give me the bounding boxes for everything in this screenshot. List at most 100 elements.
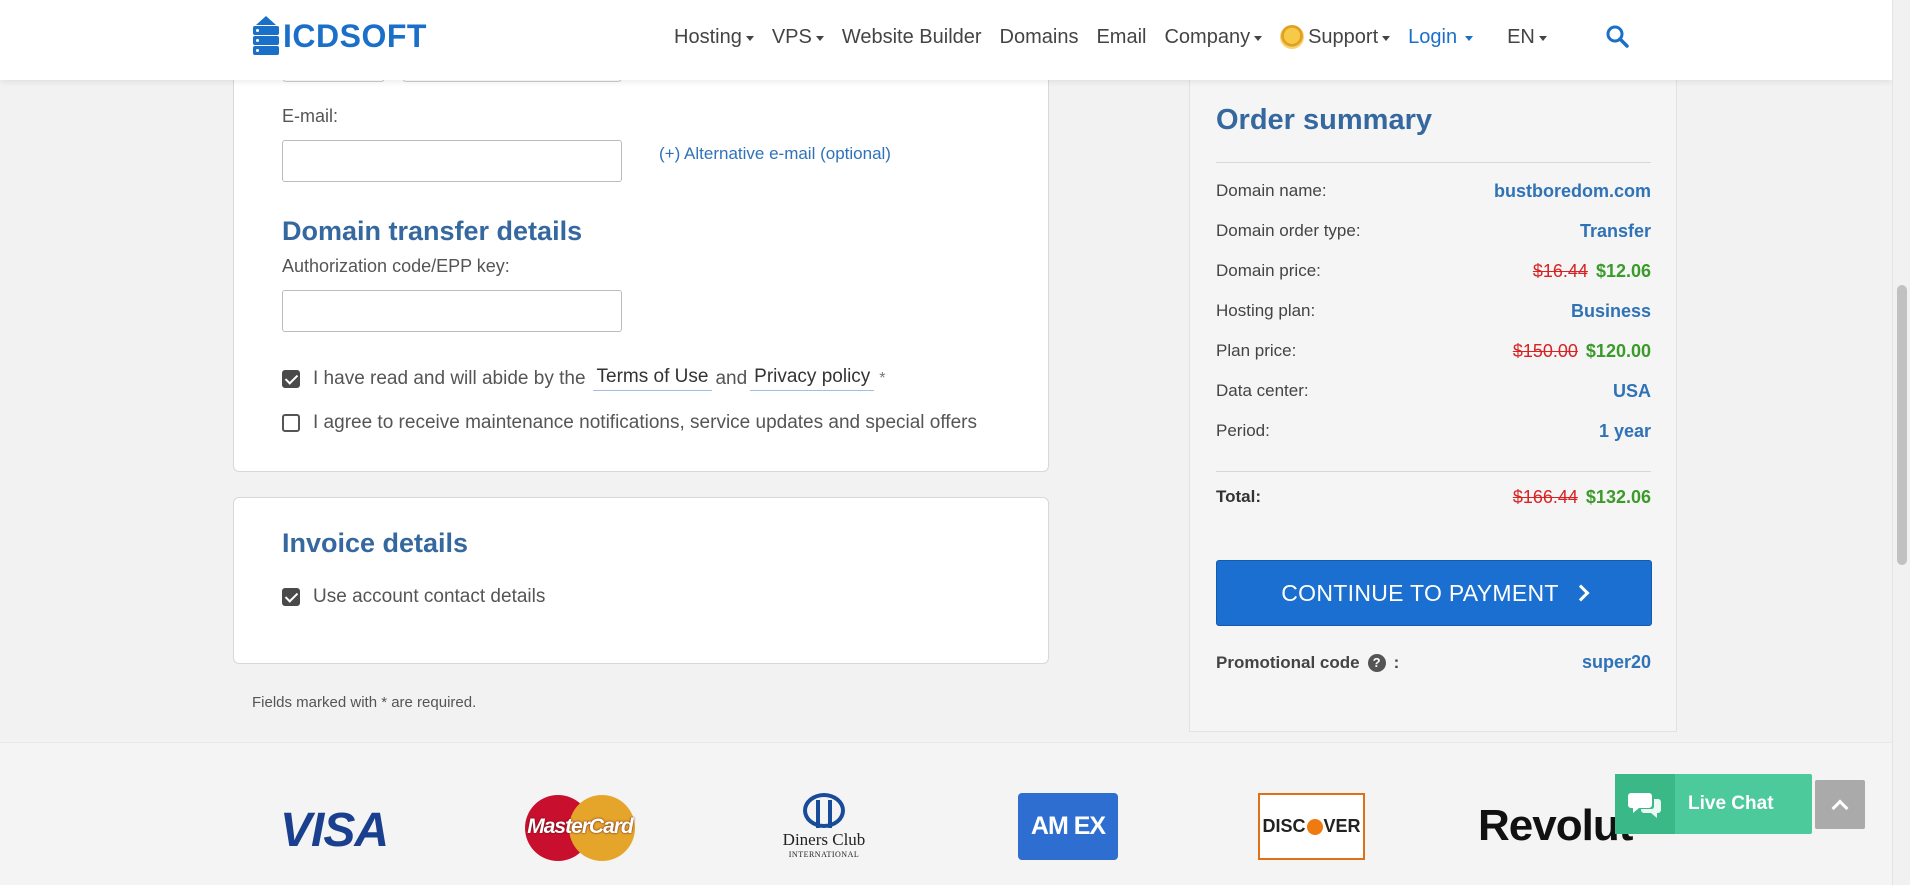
payment-methods-strip: VISA MasterCard Diners Club INTERNATIONA… bbox=[0, 742, 1892, 885]
nav-label: VPS bbox=[771, 25, 812, 48]
invoice-details-card bbox=[233, 497, 1049, 664]
nav-label: Company bbox=[1164, 25, 1251, 48]
summary-value: Business bbox=[1570, 300, 1651, 321]
required-asterisk: * bbox=[879, 369, 886, 387]
caret-down-icon bbox=[1538, 35, 1547, 41]
icdsoft-logo[interactable]: ICDSOFT bbox=[253, 14, 427, 56]
summary-row-plan-price: Plan price: $150.00 $120.00 bbox=[1216, 336, 1651, 366]
promo-code-row: Promotional code ? : super20 bbox=[1216, 652, 1651, 673]
marketing-row: I agree to receive maintenance notificat… bbox=[282, 412, 977, 434]
live-chat-button[interactable]: Live Chat bbox=[1615, 774, 1812, 834]
new-price: $120.00 bbox=[1585, 340, 1651, 361]
terms-checkbox[interactable] bbox=[282, 369, 300, 388]
scrollbar-thumb[interactable] bbox=[1897, 285, 1907, 565]
nav-label: Website Builder bbox=[841, 25, 982, 48]
summary-row-domain-name: Domain name: bustboredom.com bbox=[1216, 176, 1651, 206]
summary-value: $150.00 $120.00 bbox=[1513, 341, 1651, 362]
summary-value: 1 year bbox=[1598, 420, 1651, 441]
nav-website-builder[interactable]: Website Builder bbox=[842, 26, 982, 49]
summary-label: Domain order type: bbox=[1216, 221, 1361, 240]
summary-value: Transfer bbox=[1579, 220, 1651, 241]
summary-label: Plan price: bbox=[1216, 341, 1297, 360]
live-chat-label: Live Chat bbox=[1688, 793, 1774, 814]
caret-down-icon bbox=[1382, 35, 1391, 41]
promo-code-value[interactable]: super20 bbox=[1582, 652, 1651, 673]
email-input[interactable] bbox=[282, 140, 622, 182]
summary-label: Hosting plan: bbox=[1216, 301, 1316, 320]
summary-row-order-type: Domain order type: Transfer bbox=[1216, 216, 1651, 246]
site-header: ICDSOFT Hosting VPS Website Builder Doma… bbox=[0, 0, 1892, 80]
page-scrollbar[interactable] bbox=[1892, 0, 1910, 885]
nav-hosting[interactable]: Hosting bbox=[674, 26, 754, 49]
promo-code-label: Promotional code bbox=[1216, 652, 1360, 672]
nav-label: EN bbox=[1507, 25, 1535, 48]
nav-label: Domains bbox=[999, 25, 1079, 48]
privacy-policy-link[interactable]: Privacy policy bbox=[750, 366, 875, 391]
search-icon[interactable] bbox=[1605, 24, 1629, 48]
terms-of-use-link[interactable]: Terms of Use bbox=[592, 366, 713, 391]
promo-code-label-group: Promotional code ? : bbox=[1216, 653, 1399, 673]
auth-code-label: Authorization code/EPP key: bbox=[282, 256, 510, 276]
discover-text-end: VER bbox=[1323, 816, 1361, 836]
caret-down-icon bbox=[1254, 35, 1263, 41]
summary-row-hosting-plan: Hosting plan: Business bbox=[1216, 296, 1651, 326]
old-price: $150.00 bbox=[1512, 340, 1578, 361]
terms-row: I have read and will abide by the Terms … bbox=[282, 366, 886, 391]
nav-vps[interactable]: VPS bbox=[772, 26, 824, 49]
logo-text: ICDSOFT bbox=[283, 18, 427, 54]
auth-code-input[interactable] bbox=[282, 290, 622, 332]
terms-and-text: and bbox=[715, 367, 748, 389]
required-fields-note: Fields marked with * are required. bbox=[252, 694, 477, 711]
summary-value: bustboredom.com bbox=[1493, 180, 1651, 201]
nav-label: Hosting bbox=[674, 25, 742, 48]
back-to-top-button[interactable] bbox=[1815, 780, 1865, 829]
summary-label: Domain name: bbox=[1216, 181, 1327, 200]
terms-prefix-text: I have read and will abide by the bbox=[313, 367, 586, 389]
server-logo-icon bbox=[253, 16, 279, 56]
order-summary-panel: Order summary Domain name: bustboredom.c… bbox=[1189, 80, 1677, 732]
marketing-checkbox[interactable] bbox=[282, 414, 300, 432]
nav-company[interactable]: Company bbox=[1164, 25, 1263, 49]
alternative-email-link[interactable]: (+) Alternative e-mail (optional) bbox=[659, 144, 891, 164]
email-label: E-mail: bbox=[282, 106, 339, 126]
diners-club-logo: Diners Club INTERNATIONAL bbox=[776, 793, 872, 859]
summary-row-period: Period: 1 year bbox=[1216, 416, 1651, 446]
domain-transfer-title: Domain transfer details bbox=[282, 216, 583, 246]
caret-down-icon bbox=[815, 35, 824, 41]
nav-domains[interactable]: Domains bbox=[1000, 26, 1079, 49]
chevron-right-icon bbox=[1572, 584, 1590, 602]
summary-label: Domain price: bbox=[1216, 261, 1321, 280]
summary-value: $16.44 $12.06 bbox=[1533, 261, 1651, 282]
summary-row-data-center: Data center: USA bbox=[1216, 376, 1651, 406]
nav-language[interactable]: EN bbox=[1507, 26, 1547, 49]
new-price: $12.06 bbox=[1595, 260, 1651, 281]
chat-bubbles-icon bbox=[1615, 774, 1675, 834]
total-old-price: $166.44 bbox=[1512, 486, 1578, 507]
nav-email[interactable]: Email bbox=[1096, 26, 1146, 49]
diners-club-text: Diners Club bbox=[782, 830, 866, 849]
mastercard-logo: MasterCard bbox=[525, 793, 635, 863]
revolut-logo: Revolut bbox=[1478, 801, 1633, 850]
caret-down-icon bbox=[1465, 35, 1474, 41]
help-icon[interactable]: ? bbox=[1367, 653, 1386, 672]
discover-text-start: DISC bbox=[1262, 816, 1306, 836]
summary-row-total: Total: $166.44 $132.06 bbox=[1216, 482, 1651, 512]
nav-login[interactable]: Login bbox=[1408, 25, 1474, 49]
promo-colon: : bbox=[1393, 652, 1400, 672]
discover-logo: DISC VER bbox=[1258, 793, 1365, 860]
use-account-label: Use account contact details bbox=[313, 586, 546, 607]
page: E-mail: (+) Alternative e-mail (optional… bbox=[0, 0, 1892, 885]
nav-support[interactable]: Support bbox=[1280, 25, 1391, 49]
mastercard-text: MasterCard bbox=[527, 815, 634, 838]
nav-label: Login bbox=[1408, 25, 1458, 48]
use-account-checkbox[interactable] bbox=[282, 588, 300, 606]
marketing-label: I agree to receive maintenance notificat… bbox=[313, 412, 977, 433]
invoice-details-title: Invoice details bbox=[282, 528, 469, 558]
old-price: $16.44 bbox=[1532, 260, 1588, 281]
total-value: $166.44 $132.06 bbox=[1513, 487, 1651, 508]
summary-divider bbox=[1216, 471, 1651, 472]
use-account-row: Use account contact details bbox=[282, 586, 545, 608]
summary-value: USA bbox=[1612, 380, 1651, 401]
continue-to-payment-label: CONTINUE TO PAYMENT bbox=[1281, 579, 1559, 606]
continue-to-payment-button[interactable]: CONTINUE TO PAYMENT bbox=[1216, 560, 1652, 626]
